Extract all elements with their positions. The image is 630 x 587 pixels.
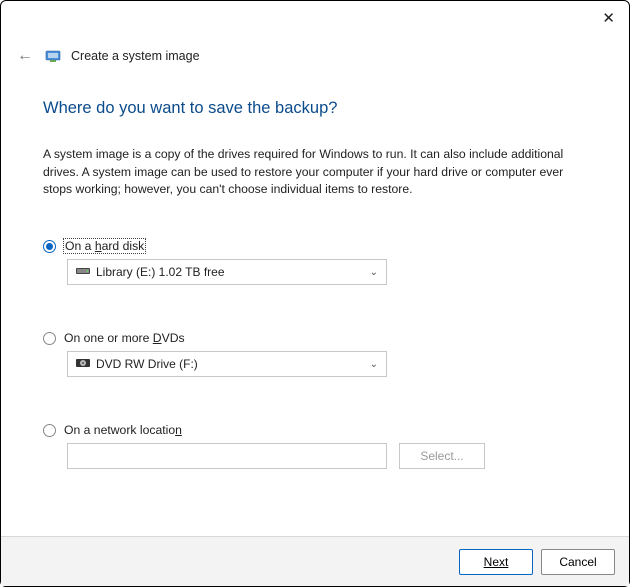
back-arrow-icon[interactable]: ← <box>15 45 35 67</box>
network-row: Select... <box>67 443 591 469</box>
dvd-combo-value: DVD RW Drive (F:) <box>96 357 198 371</box>
radio-network-label: On a network location <box>64 423 182 437</box>
option-network: On a network location Select... <box>43 423 591 469</box>
header-row: ← Create a system image <box>1 39 629 67</box>
option-hard-disk: On a hard disk Library (E:) 1.02 TB free… <box>43 239 591 285</box>
dvd-combo[interactable]: DVD RW Drive (F:) ⌄ <box>67 351 387 377</box>
footer: Next Cancel <box>1 536 629 586</box>
select-button[interactable]: Select... <box>399 443 485 469</box>
radio-dvd[interactable]: On one or more DVDs <box>43 331 591 345</box>
page-title: Create a system image <box>71 49 200 63</box>
radio-icon <box>43 424 56 437</box>
chevron-down-icon: ⌄ <box>370 359 378 370</box>
titlebar: ✕ <box>1 1 629 39</box>
hard-disk-combo[interactable]: Library (E:) 1.02 TB free ⌄ <box>67 259 387 285</box>
dvd-drive-icon <box>76 357 90 372</box>
cancel-button[interactable]: Cancel <box>541 549 615 575</box>
option-dvd: On one or more DVDs DVD RW Drive (F:) ⌄ <box>43 331 591 377</box>
radio-icon <box>43 240 56 253</box>
heading: Where do you want to save the backup? <box>43 99 591 118</box>
chevron-down-icon: ⌄ <box>370 267 378 278</box>
description: A system image is a copy of the drives r… <box>43 146 591 199</box>
hdd-icon <box>76 266 90 279</box>
content-area: Where do you want to save the backup? A … <box>1 67 629 469</box>
radio-icon <box>43 332 56 345</box>
network-path-input[interactable] <box>67 443 387 469</box>
close-icon[interactable]: ✕ <box>602 9 615 27</box>
radio-hard-disk-label: On a hard disk <box>64 239 145 253</box>
hard-disk-combo-value: Library (E:) 1.02 TB free <box>96 265 225 279</box>
radio-network[interactable]: On a network location <box>43 423 591 437</box>
system-image-icon <box>45 48 61 64</box>
radio-hard-disk[interactable]: On a hard disk <box>43 239 591 253</box>
next-button[interactable]: Next <box>459 549 533 575</box>
radio-dvd-label: On one or more DVDs <box>64 331 185 345</box>
